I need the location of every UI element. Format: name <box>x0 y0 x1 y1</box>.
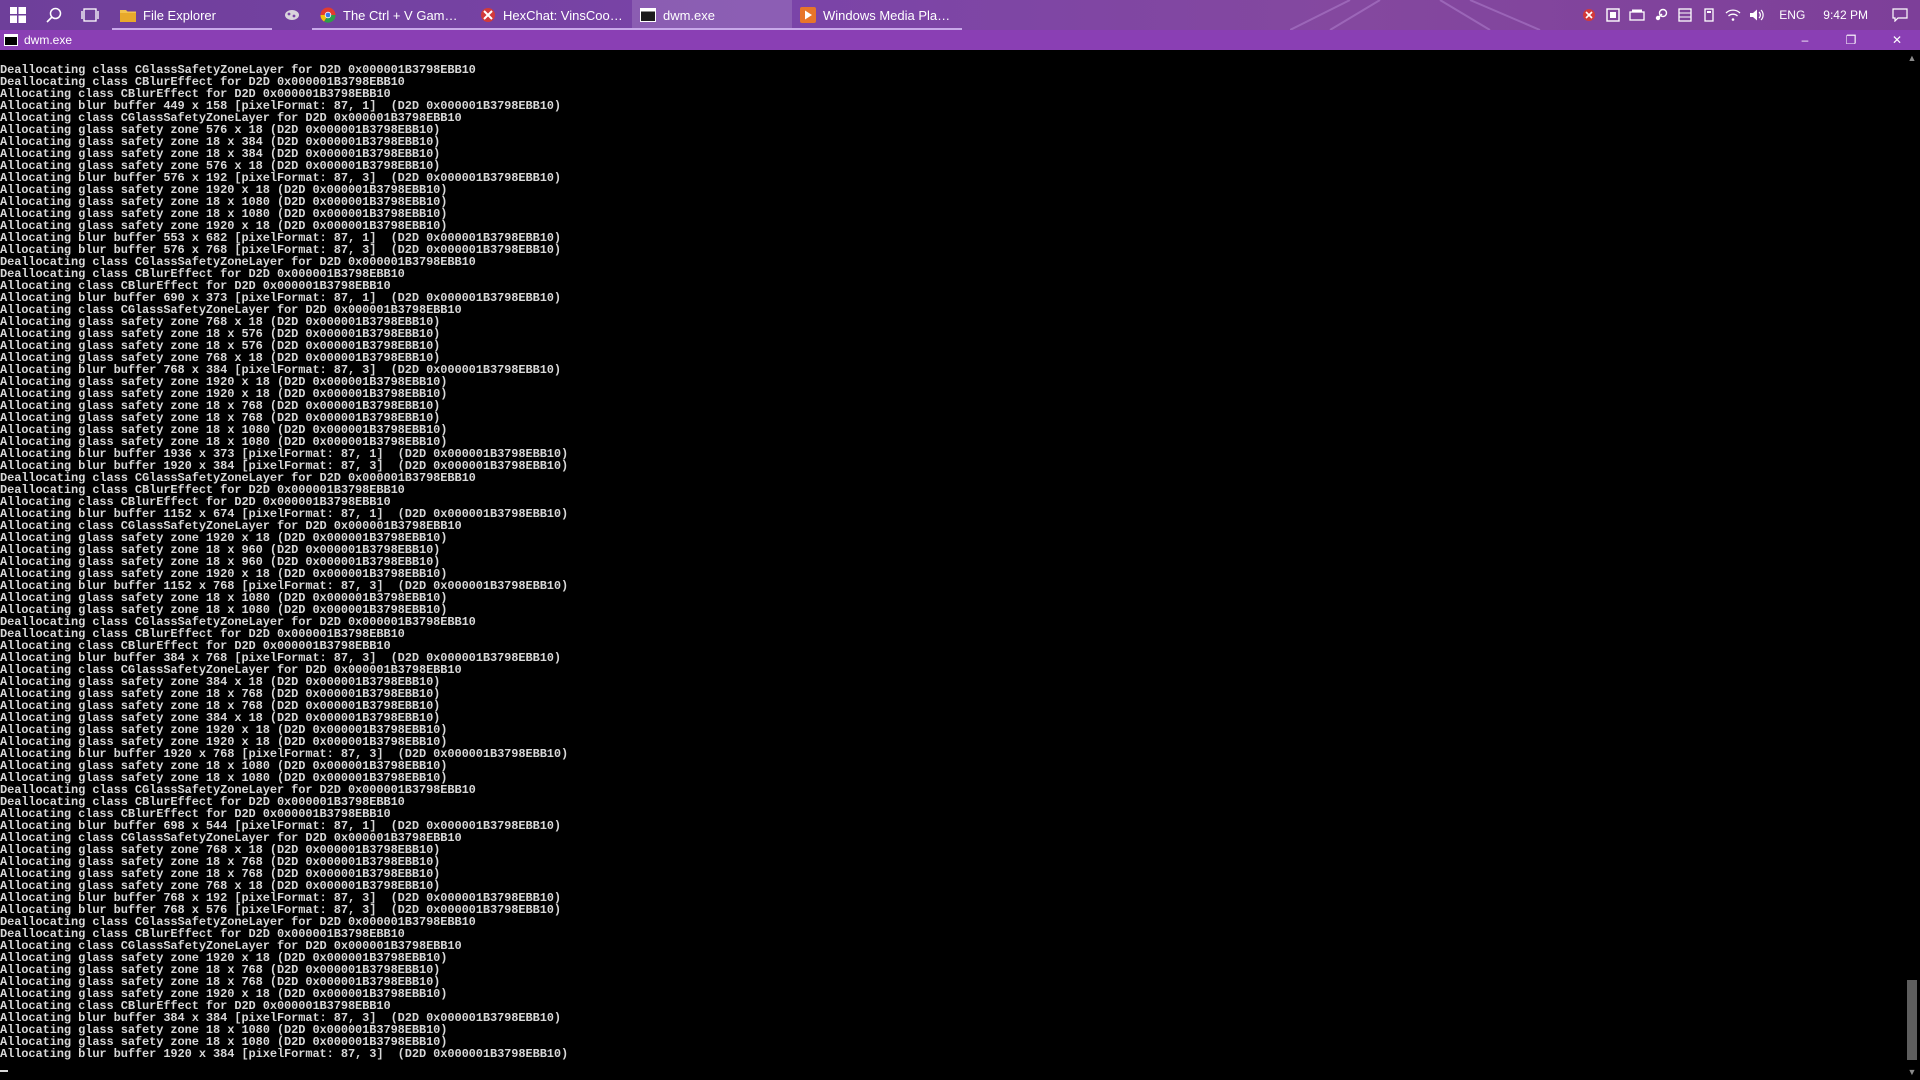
console-output[interactable]: Deallocating class CGlassSafetyZoneLayer… <box>0 50 1904 1080</box>
folder-icon <box>120 7 136 23</box>
taskbar-app-media-player[interactable]: Windows Media Player <box>792 0 962 30</box>
hexchat-icon <box>480 7 496 23</box>
console-text: Deallocating class CGlassSafetyZoneLayer… <box>0 50 1904 1072</box>
window-titlebar[interactable]: dwm.exe – ❐ ✕ <box>0 30 1920 50</box>
media-player-icon <box>800 7 816 23</box>
console-icon <box>640 7 656 23</box>
power-tray-icon[interactable] <box>1697 0 1721 30</box>
wallpaper-decoration <box>1290 0 1541 30</box>
search-icon <box>46 7 62 23</box>
language-indicator[interactable]: ENG <box>1769 8 1815 22</box>
taskbar-app-hexchat[interactable]: HexChat: VinsCool @ ... <box>472 0 632 30</box>
console-line: Allocating blur buffer 1920 x 384 [pixel… <box>0 1047 569 1061</box>
clock[interactable]: 9:42 PM <box>1815 8 1880 22</box>
hexchat-tray-icon[interactable] <box>1577 0 1601 30</box>
task-view-icon <box>81 8 99 22</box>
wifi-icon[interactable] <box>1721 0 1745 30</box>
text-cursor <box>0 1070 8 1072</box>
search-button[interactable] <box>36 0 72 30</box>
start-button[interactable] <box>0 0 36 30</box>
restore-button[interactable]: ❐ <box>1828 30 1874 50</box>
storage-tray-icon[interactable] <box>1625 0 1649 30</box>
close-button[interactable]: ✕ <box>1874 30 1920 50</box>
console-icon <box>4 34 18 46</box>
task-view-button[interactable] <box>72 0 108 30</box>
notification-icon <box>1892 8 1908 22</box>
browser-icon <box>320 7 336 23</box>
scroll-up-arrow[interactable]: ▲ <box>1904 50 1920 66</box>
action-center-button[interactable] <box>1880 0 1920 30</box>
vertical-scrollbar[interactable]: ▲ ▼ <box>1904 50 1920 1080</box>
taskbar-app-dwm[interactable]: dwm.exe <box>632 0 792 30</box>
taskbar-app-mixer[interactable] <box>272 0 312 30</box>
app-tray-icon[interactable] <box>1601 0 1625 30</box>
taskbar-app-browser[interactable]: The Ctrl + V Game | P... <box>312 0 472 30</box>
window-title: dwm.exe <box>24 33 73 47</box>
minimize-button[interactable]: – <box>1782 30 1828 50</box>
system-tray: ENG 9:42 PM <box>1577 0 1920 30</box>
volume-icon[interactable] <box>1745 0 1769 30</box>
taskbar: File Explorer The Ctrl + V Game | P... H… <box>0 0 1920 30</box>
display-tray-icon[interactable] <box>1673 0 1697 30</box>
windows-logo-icon <box>10 7 26 23</box>
scroll-down-arrow[interactable]: ▼ <box>1904 1064 1920 1080</box>
steam-tray-icon[interactable] <box>1649 0 1673 30</box>
taskbar-app-file-explorer[interactable]: File Explorer <box>112 0 272 30</box>
mixer-icon <box>284 7 300 23</box>
scroll-thumb[interactable] <box>1907 980 1917 1060</box>
